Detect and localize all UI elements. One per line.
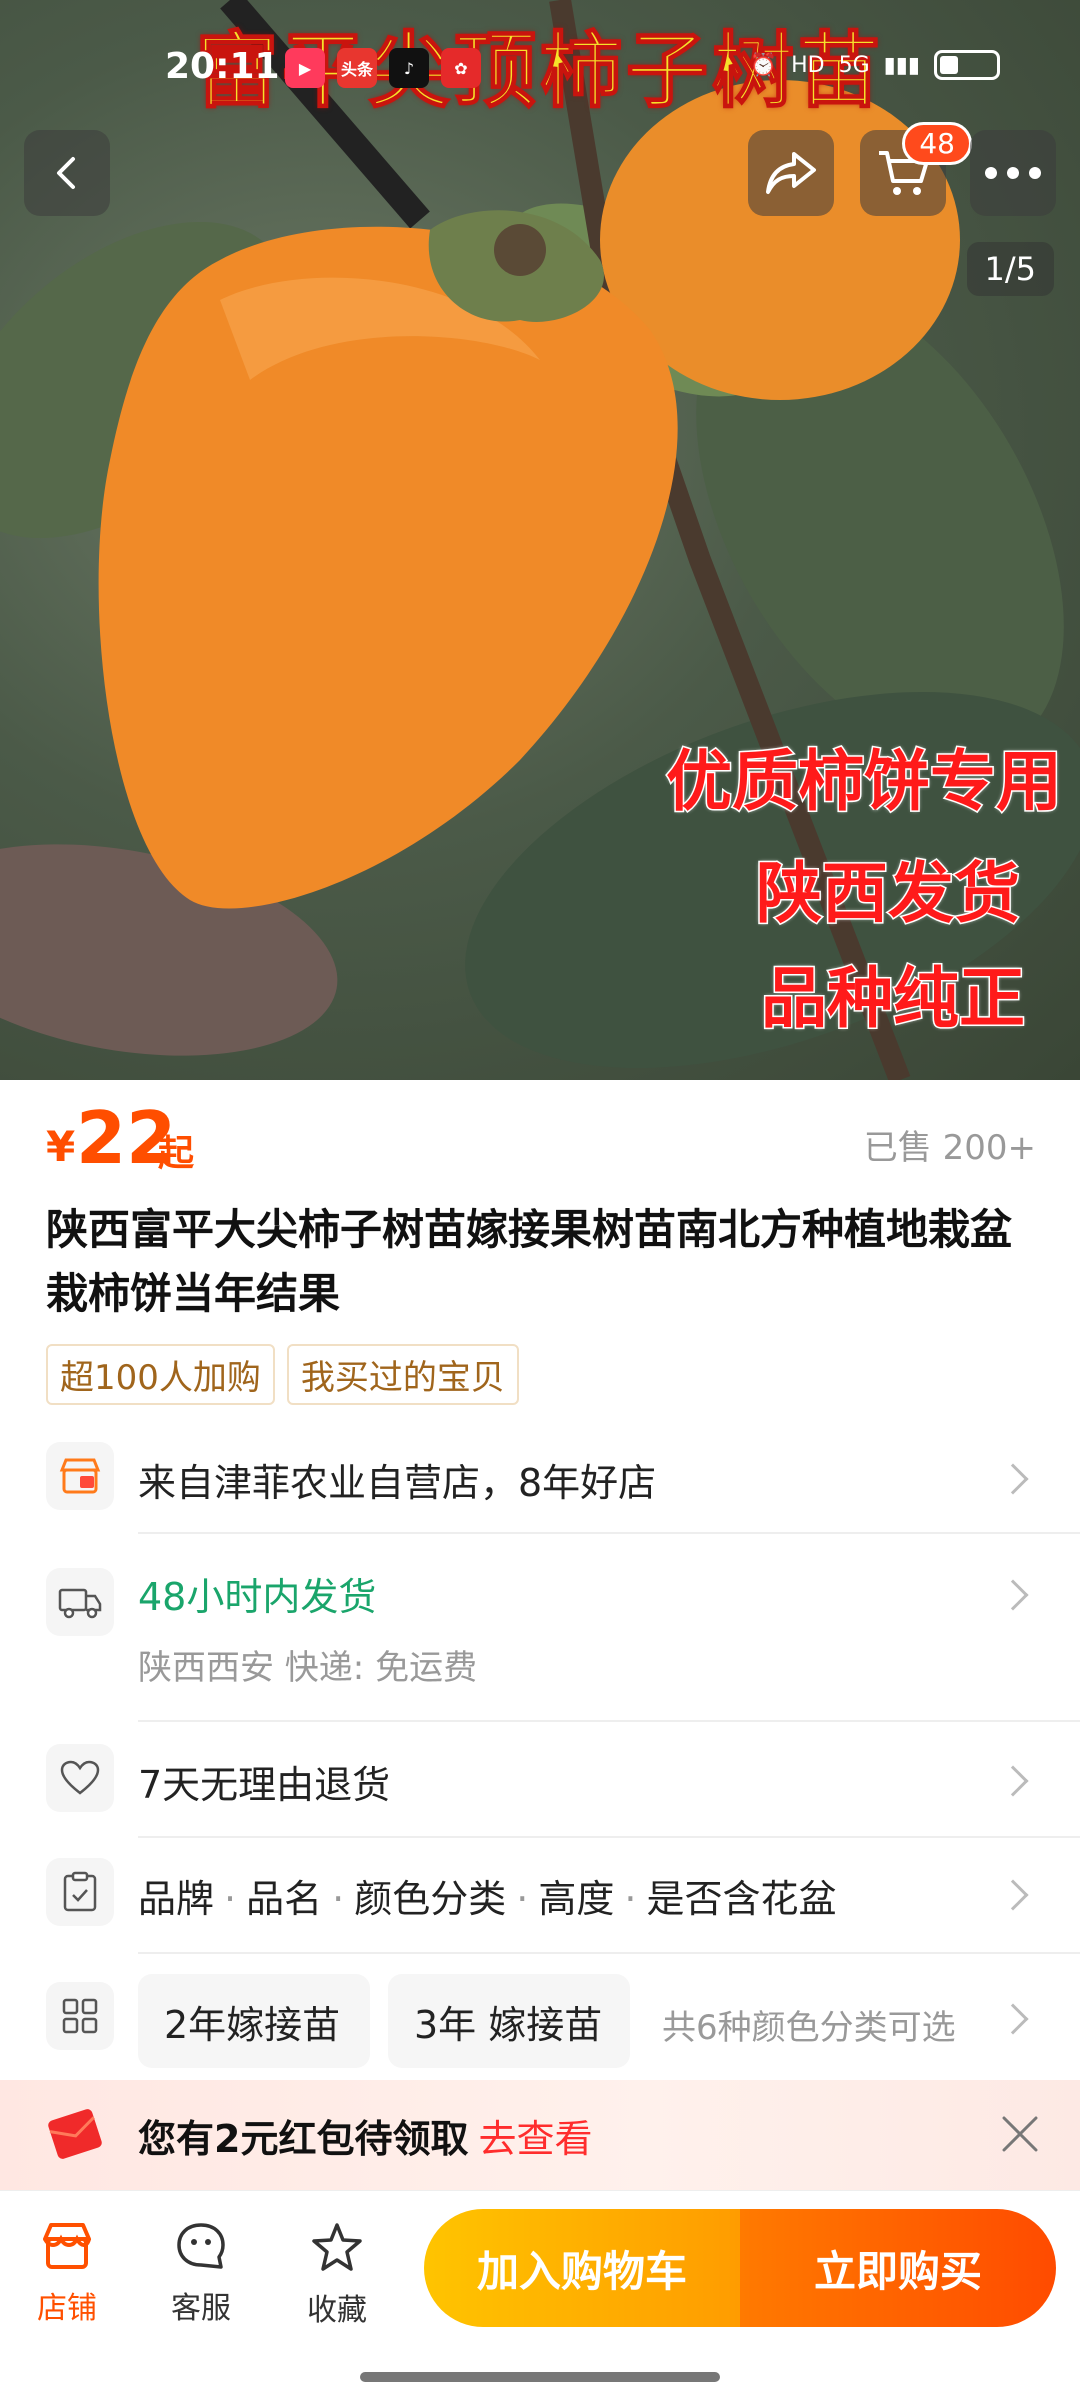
add-to-cart-button[interactable]: 加入购物车 [424,2209,740,2327]
status-bar: 20:11 ▶ 头条 ♪ ✿ ⏰ HD 5G ▮▮▮ [0,42,1080,98]
price-row: ¥ 22 起 已售 200+ [46,1096,1036,1180]
chevron-right-icon [997,1879,1029,1911]
back-button[interactable] [24,130,110,216]
more-button[interactable] [970,130,1056,216]
toutiao-app-icon: 头条 [337,48,377,88]
store-row[interactable]: 来自津菲农业自营店，8年好店 [46,1442,1036,1552]
product-tags: 超100人加购 我买过的宝贝 [46,1344,519,1405]
hd-icon: HD [791,52,825,78]
star-icon [312,2223,362,2271]
promo-line-2: 陕西发货 [755,854,1022,934]
params-list: 品牌 · 品名 · 颜色分类 · 高度 · 是否含花盆 [138,1877,837,1921]
alarm-icon: ⏰ [749,52,778,78]
shipping-origin-fee: 陕西西安 快递: 免运费 [138,1648,478,1688]
more-dots-icon [985,167,1041,179]
truck-icon [46,1568,114,1636]
share-button[interactable] [748,130,834,216]
red-envelope-icon [48,2109,102,2159]
param-height: 高度 [538,1877,615,1921]
tag-added-to-cart: 超100人加购 [46,1344,275,1405]
promo-line-1: 优质柿饼专用 [665,742,1064,822]
sku-option-2yr[interactable]: 2年嫁接苗 [138,1974,370,2068]
currency-symbol: ¥ [46,1122,76,1171]
buy-now-button[interactable]: 立即购买 [740,2209,1056,2327]
share-icon [766,152,816,194]
customer-service-tab[interactable]: 客服 [146,2221,256,2327]
divider [138,1720,1080,1722]
store-tab[interactable]: 店铺 [12,2221,122,2327]
douyin-app-icon: ♪ [389,48,429,88]
param-brand: 品牌 [138,1877,215,1921]
cart-count-badge: 48 [902,122,972,165]
return-policy-row[interactable]: 7天无理由退货 [46,1744,1036,1840]
promo-line-3: 品种纯正 [760,959,1027,1039]
bottom-action-bar: 店铺 客服 收藏 加入购物车 立即购买 [0,2190,1080,2400]
favorite-tab[interactable]: 收藏 [282,2221,392,2329]
return-policy-text: 7天无理由退货 [138,1763,391,1807]
chevron-left-icon [57,157,75,189]
store-tab-label: 店铺 [37,2291,97,2326]
chevron-right-icon [997,2003,1029,2035]
tag-purchased-before[interactable]: 我买过的宝贝 [286,1344,519,1405]
chevron-right-icon [997,1579,1029,1611]
param-color: 颜色分类 [354,1877,507,1921]
coupon-view-link[interactable]: 去查看 [478,2117,592,2161]
signal-icon: ▮▮▮ [883,52,920,78]
grid-icon [46,1982,114,2050]
shipping-row[interactable]: 48小时内发货 陕西西安 快递: 免运费 [46,1554,1036,1724]
sku-option-3yr[interactable]: 3年 嫁接苗 [388,1974,630,2068]
product-title: 陕西富平大尖柿子树苗嫁接果树苗南北方种植地栽盆栽柿饼当年结果 [46,1205,1013,1318]
store-icon [46,1442,114,1510]
coupon-message: 您有2元红包待领取 去查看 [138,2108,592,2163]
params-row[interactable]: 品牌 · 品名 · 颜色分类 · 高度 · 是否含花盆 [46,1858,1036,1958]
status-time: 20:11 [165,46,280,87]
store-name: 来自津菲农业自营店，8年好店 [138,1461,657,1505]
battery-icon [934,50,1000,80]
home-indicator[interactable] [360,2372,720,2382]
shop-icon [43,2223,91,2269]
shipping-time: 48小时内发货 [138,1575,377,1619]
sku-more-text: 共6种颜色分类可选 [662,2008,956,2048]
cart-button[interactable]: 48 [860,122,972,216]
divider [138,1836,1080,1838]
system-indicators: ⏰ HD 5G ▮▮▮ [750,50,1000,80]
clipboard-icon [46,1858,114,1926]
price-suffix: 起 [158,1133,195,1174]
favorite-tab-label: 收藏 [307,2293,367,2328]
param-name: 品名 [246,1877,323,1921]
chat-face-icon [177,2223,225,2269]
notification-icons: ▶ 头条 ♪ ✿ [285,48,481,88]
coupon-banner[interactable]: 您有2元红包待领取 去查看 [0,2080,1080,2190]
network-label: 5G [838,52,870,78]
param-pot: 是否含花盆 [646,1877,837,1921]
sold-count: 已售 200+ [863,1128,1036,1168]
heart-icon [46,1744,114,1812]
coupon-text: 您有2元红包待领取 [138,2117,469,2161]
service-tab-label: 客服 [171,2291,231,2326]
red-app-icon: ✿ [441,48,481,88]
chevron-right-icon [997,1765,1029,1797]
sku-row[interactable]: 2年嫁接苗 3年 嫁接苗 共6种颜色分类可选 [46,1974,1036,2074]
video-app-icon: ▶ [285,48,325,88]
divider [138,1952,1080,1954]
image-counter: 1/5 [966,242,1054,296]
close-icon[interactable] [998,2112,1042,2156]
chevron-right-icon [997,1463,1029,1495]
divider [138,1532,1080,1534]
